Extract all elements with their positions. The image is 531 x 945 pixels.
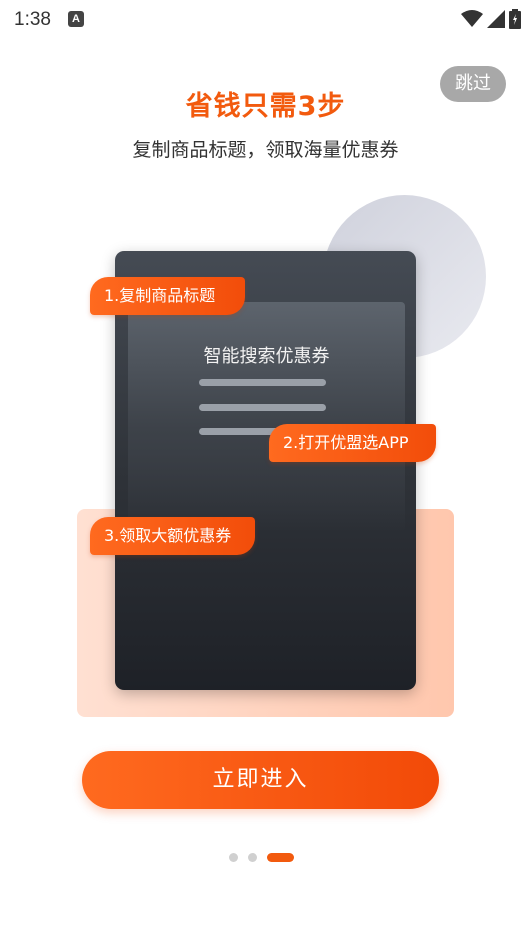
step-tag-1: 1.复制商品标题 [90,277,245,315]
page-dot-2 [248,852,257,862]
signal-icon [487,10,505,28]
page-title: 省钱只需3步 [185,91,346,122]
battery-icon [509,9,521,29]
phone-search-title: 智能搜索优惠券 [203,346,330,367]
phone-screen: 智能搜索优惠券 [128,302,405,532]
step-tag-3: 3.领取大额优惠券 [90,517,255,555]
enter-button[interactable]: 立即进入 [82,751,439,809]
placeholder-line [199,379,326,386]
placeholder-line [199,428,279,435]
notification-icon: A [68,11,84,27]
page-subtitle: 复制商品标题，领取海量优惠券 [132,139,399,161]
status-bar: 1:38 A [0,0,531,40]
wifi-icon [461,10,483,27]
status-time: 1:38 [14,9,51,30]
step-tag-2: 2.打开优盟选APP [269,424,436,462]
page-dot-1 [229,852,238,862]
placeholder-line [199,404,326,411]
page-indicator [229,852,294,862]
status-icons [461,8,521,30]
page-dot-3-active [267,852,294,862]
phone-illustration: 智能搜索优惠券 [115,251,416,690]
